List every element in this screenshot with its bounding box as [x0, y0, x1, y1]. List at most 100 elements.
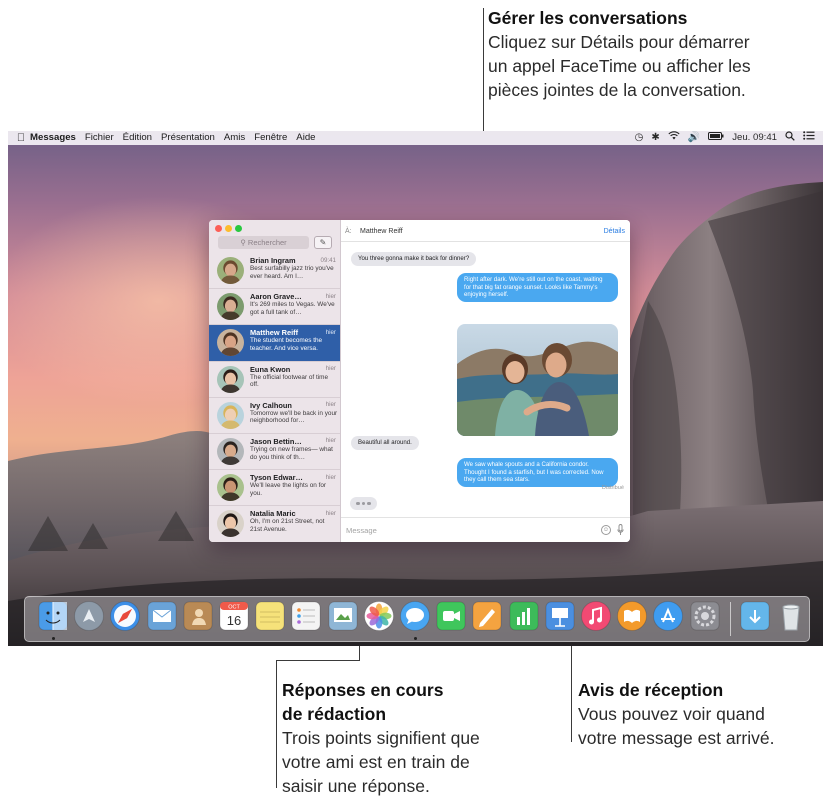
avatar: [217, 257, 244, 284]
conversation-preview: The student becomes the teacher. And vic…: [250, 337, 323, 352]
ibooks-icon[interactable]: [616, 600, 648, 632]
conversation-name: Aaron Grave…: [250, 292, 302, 302]
conversation-preview: Best surfabilly jazz trio you've ever he…: [250, 265, 334, 280]
conversation-row[interactable]: Aaron Grave… hier It's 269 miles to Vegas.…: [209, 289, 340, 326]
wifi-icon[interactable]: [668, 131, 680, 145]
compose-button[interactable]: ✎: [314, 236, 332, 249]
search-icon: ⚲: [240, 238, 246, 247]
menu-app-messages[interactable]: Messages: [30, 131, 76, 145]
search-field[interactable]: ⚲ Rechercher: [218, 236, 309, 249]
volume-icon[interactable]: 🔊: [688, 131, 700, 145]
menu-item-amis[interactable]: Amis: [224, 131, 245, 145]
spotlight-icon[interactable]: [785, 131, 795, 146]
conversation-name: Brian Ingram: [250, 256, 296, 265]
preview-icon[interactable]: [327, 600, 359, 632]
conversation-row[interactable]: Ivy Calhoun hier Tomorrow we'll be back in…: [209, 398, 340, 434]
itunes-icon[interactable]: [580, 600, 612, 632]
contacts-icon[interactable]: [182, 600, 214, 632]
minimize-window-button[interactable]: [225, 225, 232, 232]
message-input[interactable]: [346, 524, 616, 537]
conversation-name: Matthew Reiff: [250, 328, 299, 338]
downloads-folder-icon[interactable]: [739, 600, 771, 632]
dock-running-indicator: [413, 637, 417, 640]
delivery-receipt: Distribué: [601, 485, 624, 491]
apple-menu-icon[interactable]: : [12, 131, 30, 145]
finder-icon[interactable]: [37, 600, 69, 632]
compose-icon: ✎: [319, 238, 327, 247]
bluetooth-icon[interactable]: ✱: [651, 131, 659, 145]
typing-dot: [361, 501, 366, 506]
pages-icon[interactable]: [471, 600, 503, 632]
message-bubble-received[interactable]: Beautiful all around.: [351, 436, 419, 450]
message-bubble-sent[interactable]: We saw whale spouts and a California con…: [457, 458, 618, 487]
message-bubble-sent[interactable]: Right after dark. We're still out on the…: [457, 273, 618, 302]
calendar-day: 16: [227, 613, 241, 628]
callout-line: un appel FaceTime ou afficher les: [488, 56, 751, 76]
callout-typing-indicator: Réponses en cours de rédaction Trois poi…: [282, 678, 542, 798]
conversation-row[interactable]: Matthew Reiff hier The student becomes the…: [209, 325, 340, 362]
safari-icon[interactable]: [109, 600, 141, 632]
callout-title: Avis de réception: [578, 680, 724, 700]
recipient-name[interactable]: Matthew Reiff: [360, 228, 403, 235]
details-button[interactable]: Détails: [604, 228, 625, 235]
conversation-row[interactable]: Jason Bettin… hier Trying on new frames— w…: [209, 434, 340, 471]
launchpad-icon[interactable]: [73, 600, 105, 632]
zoom-window-button[interactable]: [235, 225, 242, 232]
photos-icon[interactable]: [363, 600, 395, 632]
close-window-button[interactable]: [215, 225, 222, 232]
calendar-month: OCT: [228, 605, 240, 611]
dock-running-indicator: [51, 637, 55, 640]
message-composer: ☺: [341, 517, 630, 542]
callout-title: Réponses en cours: [282, 680, 444, 700]
callout-manage-conversations: Gérer les conversations Cliquez sur Déta…: [488, 6, 818, 102]
system-preferences-icon[interactable]: [689, 600, 721, 632]
trash-icon[interactable]: [775, 600, 807, 632]
calendar-icon[interactable]: OCT 16: [218, 600, 250, 632]
typing-indicator: [350, 497, 377, 510]
conversation-name: Jason Bettin…: [250, 436, 302, 446]
menu-item-presentation[interactable]: Présentation: [161, 131, 215, 145]
to-label: À:: [345, 228, 352, 235]
callout-line: Vous pouvez voir quand: [578, 704, 765, 724]
conversation-row[interactable]: Tyson Edwar… hier We'll leave the lights o…: [209, 470, 340, 507]
keynote-icon[interactable]: [544, 600, 576, 632]
menu-item-fichier[interactable]: Fichier: [85, 131, 114, 145]
messages-icon[interactable]: [399, 600, 431, 632]
message-bubble-received[interactable]: You three gonna make it back for dinner?: [351, 252, 477, 266]
notes-icon[interactable]: [254, 600, 286, 632]
avatar: [217, 293, 244, 321]
conversation-time: 09:41: [320, 256, 336, 264]
conversation-name: Natalia Maric: [250, 509, 296, 519]
time-machine-icon[interactable]: ◷: [635, 131, 644, 145]
notification-center-icon[interactable]: [803, 131, 815, 145]
avatar: [217, 474, 244, 502]
numbers-icon[interactable]: [508, 600, 540, 632]
conversation-row[interactable]: Brian Ingram 09:41 Best surfabilly jazz tr…: [209, 253, 340, 290]
menu-bar:  Messages Fichier Édition Présentation …: [8, 131, 823, 145]
conversation-preview: Tomorrow we'll be back in your neighborh…: [250, 409, 338, 425]
messages-window: ⚲ Rechercher ✎ Brian Ingram 09:41 Best sur…: [209, 220, 630, 542]
menu-item-aide[interactable]: Aide: [296, 131, 315, 145]
conversation-preview: We'll leave the lights on for you.: [250, 482, 327, 497]
battery-icon[interactable]: [708, 131, 724, 145]
reminders-icon[interactable]: [290, 600, 322, 632]
callout-leader-line: [276, 660, 360, 662]
callout-line: Trois points signifient que: [282, 728, 480, 748]
chat-pane: À: Matthew Reiff Détails You three gonna…: [341, 220, 630, 542]
chat-header: À: Matthew Reiff Détails: [341, 220, 630, 242]
conversation-preview: Trying on new frames— what do you think …: [250, 445, 333, 461]
mail-icon[interactable]: [146, 600, 178, 632]
menu-item-fenetre[interactable]: Fenêtre: [254, 131, 287, 145]
menu-bar-clock[interactable]: Jeu. 09:41: [732, 131, 777, 145]
photo-attachment[interactable]: [457, 324, 618, 436]
app-store-icon[interactable]: [652, 600, 684, 632]
conversation-row[interactable]: Natalia Maric hier Oh, I'm on 21st Street,…: [209, 506, 340, 542]
conversation-row[interactable]: Euna Kwon hier The official footwear of ti…: [209, 362, 340, 398]
typing-dot: [356, 501, 360, 506]
microphone-icon[interactable]: [617, 524, 624, 536]
desktop-screen:  Messages Fichier Édition Présentation …: [8, 131, 823, 646]
menu-item-edition[interactable]: Édition: [123, 131, 152, 145]
conversation-list: Brian Ingram 09:41 Best surfabilly jazz tr…: [209, 253, 340, 542]
emoji-icon[interactable]: ☺: [601, 525, 611, 535]
facetime-icon[interactable]: [435, 600, 467, 632]
